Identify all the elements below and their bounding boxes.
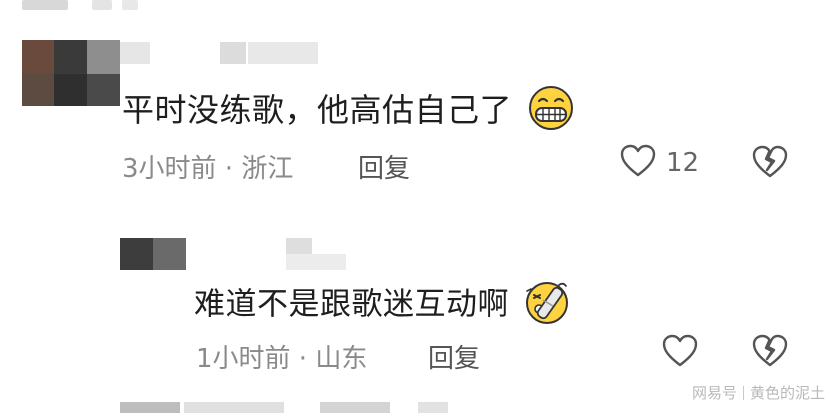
watermark-author: 黄色的泥土 xyxy=(749,384,825,402)
reply-button[interactable]: 回复 xyxy=(358,148,410,185)
dislike-button[interactable] xyxy=(752,145,788,183)
meta-separator: · xyxy=(290,344,316,374)
watermark: 网易号 黄色的泥土 xyxy=(692,382,825,403)
broken-heart-icon xyxy=(752,145,788,183)
previous-comment-fragment xyxy=(0,0,200,12)
comment-time: 3小时前 xyxy=(122,154,217,184)
comment-text-content: 平时没练歌，他高估自己了 xyxy=(122,91,513,129)
reply-commenter-avatar[interactable] xyxy=(120,238,186,270)
reply-commenter-name-blurred[interactable] xyxy=(190,238,346,270)
comment-meta: 3小时前 · 浙江 xyxy=(122,148,293,185)
like-button[interactable] xyxy=(662,334,698,372)
comment-text: 平时没练歌，他高估自己了 xyxy=(122,84,575,140)
commenter-name-blurred[interactable] xyxy=(120,42,320,66)
watermark-brand: 网易号 xyxy=(691,384,737,402)
dislike-button[interactable] xyxy=(752,334,788,372)
heart-icon xyxy=(662,334,698,372)
watermark-divider xyxy=(742,385,744,400)
broken-heart-icon xyxy=(752,334,788,372)
reply-comment-text-content: 难道不是跟歌迷互动啊 xyxy=(194,286,509,323)
comment-location: 山东 xyxy=(315,344,368,374)
heart-icon xyxy=(620,144,656,182)
like-button[interactable]: 12 xyxy=(620,144,699,182)
comment-location: 浙江 xyxy=(241,154,294,184)
next-comment-fragment xyxy=(120,402,480,413)
meta-separator: · xyxy=(216,154,242,184)
reply-button[interactable]: 回复 xyxy=(428,338,480,375)
reply-comment-text: 难道不是跟歌迷互动啊 xyxy=(194,278,571,334)
reply-comment-meta: 1小时前 · 山东 xyxy=(196,338,367,375)
like-count: 12 xyxy=(666,148,700,178)
face-with-bandage-emoji-icon xyxy=(523,278,571,334)
commenter-avatar[interactable] xyxy=(22,40,120,106)
grinning-teeth-emoji-icon xyxy=(527,84,575,140)
comment-time: 1小时前 xyxy=(196,344,291,374)
